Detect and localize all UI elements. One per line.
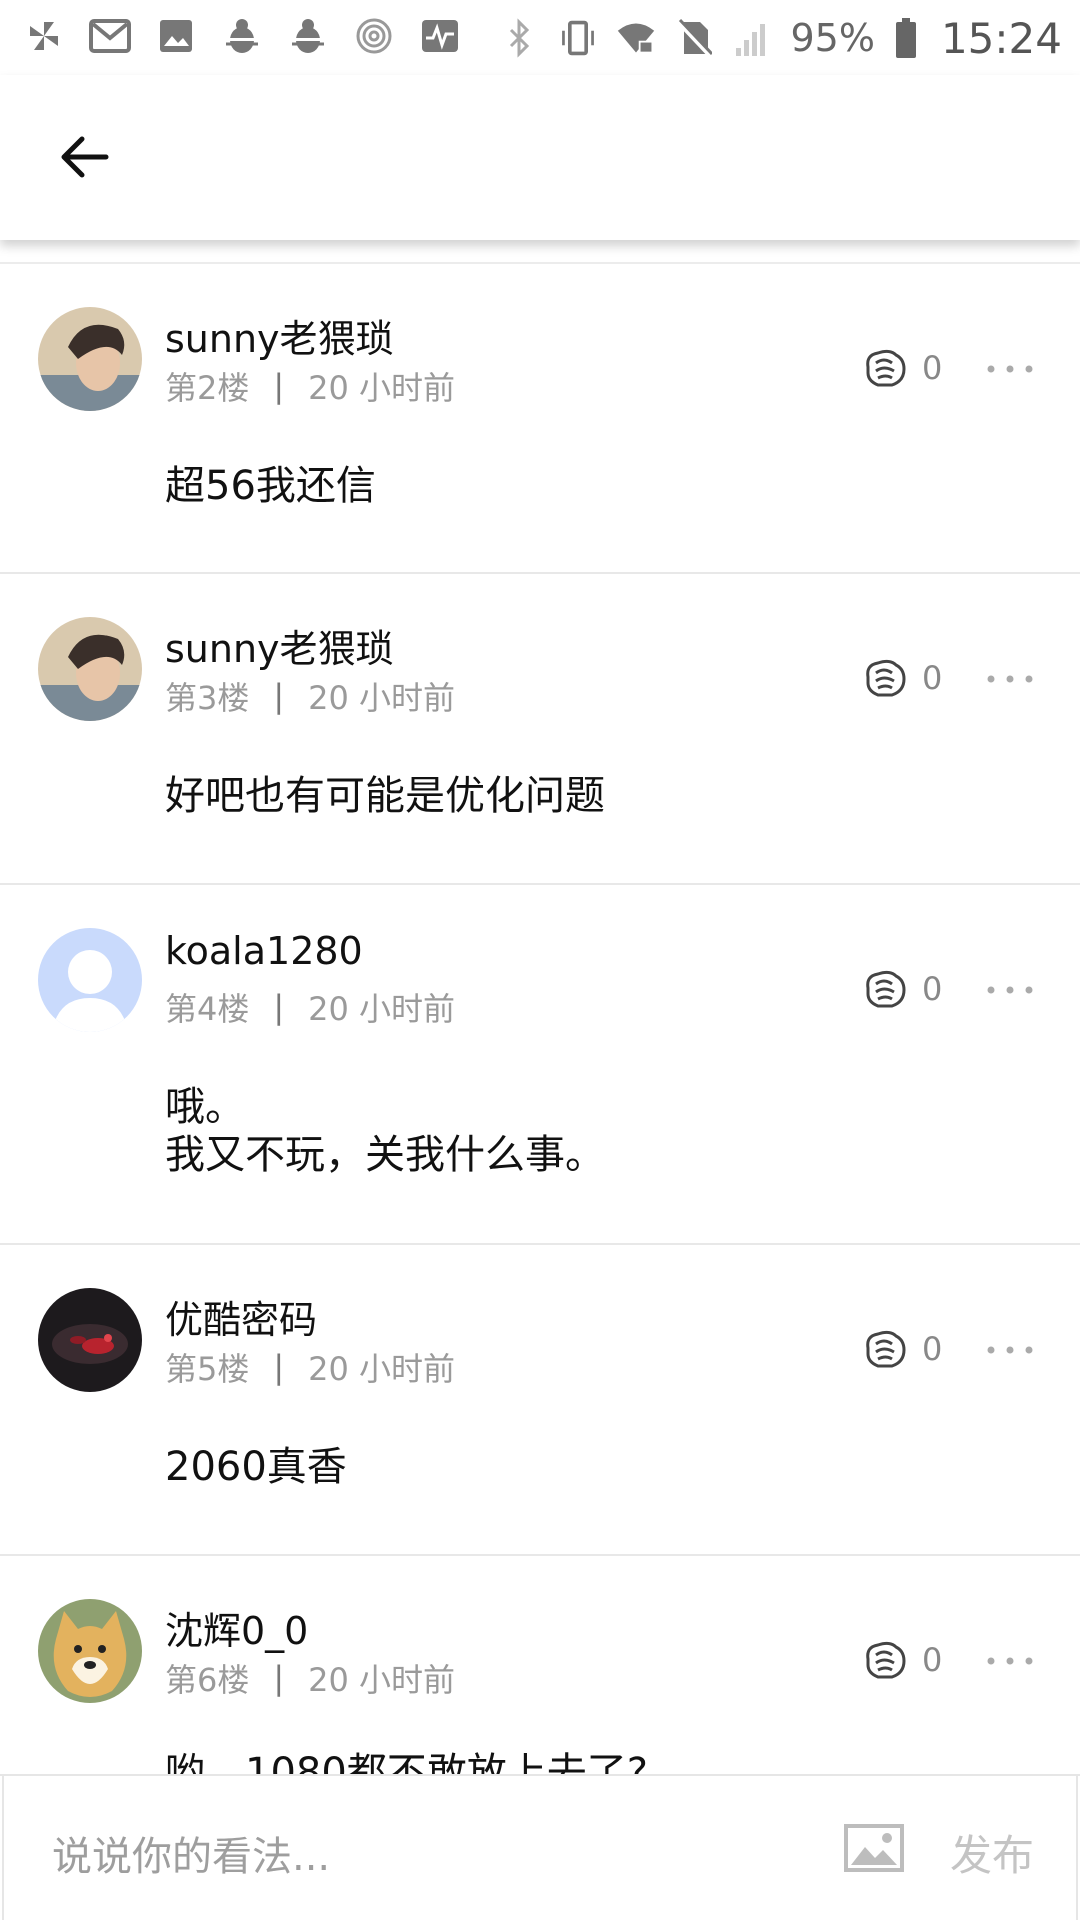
more-options-button[interactable] xyxy=(982,659,1038,699)
battery-percentage: 95% xyxy=(790,16,875,60)
like-count: 0 xyxy=(922,659,943,697)
username[interactable]: sunny老猥琐 xyxy=(165,618,394,673)
timestamp: 20 小时前 xyxy=(308,369,456,407)
floor-number: 第5楼 xyxy=(165,1350,250,1388)
thumbs-up-icon xyxy=(866,349,906,387)
floor-number: 第6楼 xyxy=(165,1661,250,1699)
more-options-button[interactable] xyxy=(982,1330,1038,1370)
bluetooth-icon xyxy=(500,16,540,60)
app-bar xyxy=(0,75,1080,240)
avatar[interactable] xyxy=(38,1599,142,1703)
like-count: 0 xyxy=(922,1641,943,1679)
comment-meta: 第2楼 | 20 小时前 xyxy=(165,363,455,409)
activity-icon xyxy=(418,14,462,58)
more-options-button[interactable] xyxy=(982,970,1038,1010)
image-icon xyxy=(844,1824,904,1872)
timestamp: 20 小时前 xyxy=(308,1661,456,1699)
like-button[interactable] xyxy=(860,1325,910,1375)
thumbs-up-icon xyxy=(866,659,906,697)
avatar[interactable] xyxy=(38,617,142,721)
comment-item: sunny老猥琐 第2楼 | 20 小时前 0 超56我还信 xyxy=(0,264,1080,574)
comment-text: 哦。 我又不玩，关我什么事。 xyxy=(165,1084,605,1178)
username[interactable]: sunny老猥琐 xyxy=(165,308,394,363)
avatar[interactable] xyxy=(38,928,142,1032)
like-count: 0 xyxy=(922,1330,943,1368)
like-count: 0 xyxy=(922,970,943,1008)
comment-input[interactable]: 说说你的看法... xyxy=(2,1776,1078,1920)
floor-number: 第2楼 xyxy=(165,369,250,407)
publish-button[interactable]: 发布 xyxy=(950,1822,1034,1883)
battery-icon xyxy=(893,16,919,60)
timestamp: 20 小时前 xyxy=(308,990,456,1028)
floor-number: 第3楼 xyxy=(165,679,250,717)
spiral-icon xyxy=(352,14,396,58)
vibrate-icon xyxy=(558,16,598,60)
status-bar-system: 95% 15:24 xyxy=(500,10,1062,66)
username[interactable]: 优酷密码 xyxy=(165,1289,317,1344)
thumbs-up-icon xyxy=(866,970,906,1008)
timestamp: 20 小时前 xyxy=(308,679,456,717)
comment-item: 优酷密码 第5楼 | 20 小时前 0 2060真香 xyxy=(0,1245,1080,1556)
comment-meta: 第4楼 | 20 小时前 xyxy=(165,984,455,1030)
like-button[interactable] xyxy=(860,654,910,704)
meta-separator: | xyxy=(273,367,285,405)
username[interactable]: 沈辉0_0 xyxy=(165,1600,308,1655)
like-button[interactable] xyxy=(860,965,910,1015)
pinwheel-icon xyxy=(22,14,66,58)
comment-item: koala1280 第4楼 | 20 小时前 0 哦。 我又不玩，关我什么事。 xyxy=(0,885,1080,1245)
more-options-button[interactable] xyxy=(982,1641,1038,1681)
android-debug-icon xyxy=(220,14,264,58)
comment-meta: 第3楼 | 20 小时前 xyxy=(165,673,455,719)
clock: 15:24 xyxy=(940,13,1062,63)
status-bar-notifications xyxy=(22,14,462,58)
more-dots-icon xyxy=(987,675,1033,683)
comment-meta: 第6楼 | 20 小时前 xyxy=(165,1655,455,1701)
floor-number: 第4楼 xyxy=(165,990,250,1028)
more-dots-icon xyxy=(987,1346,1033,1354)
wifi-locked-icon xyxy=(616,16,656,60)
comment-text: 2060真香 xyxy=(165,1444,347,1490)
more-dots-icon xyxy=(987,1657,1033,1665)
signal-icon xyxy=(732,16,772,60)
comment-item: sunny老猥琐 第3楼 | 20 小时前 0 好吧也有可能是优化问题 xyxy=(0,574,1080,885)
arrow-left-icon xyxy=(61,136,109,178)
gallery-icon xyxy=(154,14,198,58)
more-dots-icon xyxy=(987,986,1033,994)
meta-separator: | xyxy=(273,988,285,1026)
comment-text: 超56我还信 xyxy=(165,463,376,509)
comment-meta: 第5楼 | 20 小时前 xyxy=(165,1344,455,1390)
thumbs-up-icon xyxy=(866,1641,906,1679)
like-button[interactable] xyxy=(860,344,910,394)
username[interactable]: koala1280 xyxy=(165,929,363,973)
meta-separator: | xyxy=(273,1348,285,1386)
more-dots-icon xyxy=(987,365,1033,373)
status-bar: 95% 15:24 xyxy=(0,0,1080,75)
gmail-icon xyxy=(88,14,132,58)
like-count: 0 xyxy=(922,349,943,387)
insert-image-button[interactable] xyxy=(842,1820,906,1876)
thumbs-up-icon xyxy=(866,1330,906,1368)
comment-item: 沈辉0_0 第6楼 | 20 小时前 0 哟，1080都不敢放上去了? xyxy=(0,1556,1080,1774)
comment-input-bar: 说说你的看法... 发布 xyxy=(0,1774,1080,1920)
back-button[interactable] xyxy=(48,121,120,193)
comment-text: 哟，1080都不敢放上去了? xyxy=(165,1750,649,1774)
like-button[interactable] xyxy=(860,1636,910,1686)
comment-input-placeholder: 说说你的看法... xyxy=(52,1834,331,1880)
meta-separator: | xyxy=(273,1659,285,1697)
timestamp: 20 小时前 xyxy=(308,1350,456,1388)
avatar[interactable] xyxy=(38,1288,142,1392)
avatar[interactable] xyxy=(38,307,142,411)
more-options-button[interactable] xyxy=(982,349,1038,389)
meta-separator: | xyxy=(273,677,285,715)
android-debug-icon xyxy=(286,14,330,58)
comment-list[interactable]: sunny老猥琐 第2楼 | 20 小时前 0 超56我还信 sunny老猥琐 … xyxy=(0,264,1080,1774)
comment-text: 好吧也有可能是优化问题 xyxy=(165,773,605,819)
no-sim-icon xyxy=(674,16,714,60)
